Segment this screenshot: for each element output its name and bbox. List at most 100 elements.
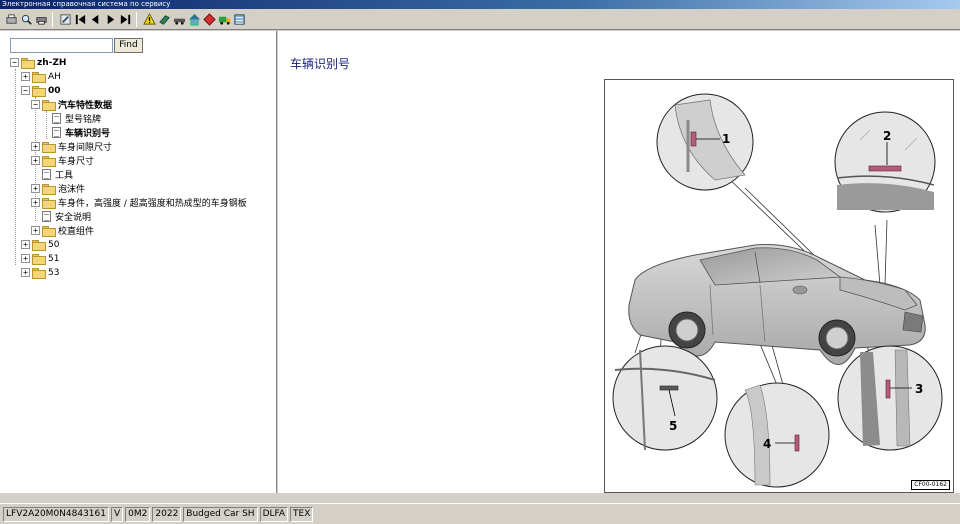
status-bar: LFV2A20M0N4843161 V 0M2 2022 Budged Car … <box>0 503 960 524</box>
toolbar-separator <box>52 11 53 27</box>
find-button[interactable]: Find <box>114 38 143 53</box>
tree-node-body-gaps[interactable]: + 车身间隙尺寸 <box>31 140 112 153</box>
figure-code: CF00-0162 <box>911 480 950 490</box>
tree-node-50[interactable]: + 50 <box>21 238 59 251</box>
red-diamond-icon[interactable] <box>202 12 216 26</box>
status-engine: DLFA <box>259 506 289 522</box>
tree-node-label: 50 <box>48 239 60 250</box>
tree-node-type-plate[interactable]: 型号铭牌 <box>52 112 101 125</box>
detail-circle-1: 1 <box>656 93 754 191</box>
expand-icon[interactable]: + <box>21 268 30 277</box>
tree-node-vehicle-data[interactable]: − 汽车特性数据 <box>31 98 112 111</box>
tree-node-label: 53 <box>48 267 60 278</box>
folder-icon <box>42 226 56 237</box>
expand-icon[interactable]: + <box>21 240 30 249</box>
toolbar-separator <box>136 11 137 27</box>
expand-icon[interactable]: + <box>31 198 40 207</box>
expand-icon[interactable]: + <box>31 156 40 165</box>
document-icon <box>52 127 61 138</box>
tree-node-label: 车身件，高强度 / 超高强度和热成型的车身钢板 <box>58 199 247 209</box>
tree-node-label: 型号铭牌 <box>65 115 102 125</box>
tree-node-straightening[interactable]: + 校直组件 <box>31 224 94 237</box>
folder-icon <box>42 184 56 195</box>
folder-icon <box>42 156 56 167</box>
collapse-icon[interactable]: − <box>10 58 19 67</box>
status-year: 2022 <box>152 506 182 522</box>
document-icon <box>42 169 51 180</box>
next-icon[interactable] <box>103 12 117 26</box>
search-input[interactable] <box>10 38 113 53</box>
folder-open-icon <box>21 58 35 69</box>
expand-icon[interactable]: + <box>31 184 40 193</box>
folder-open-icon <box>42 100 56 111</box>
detail-circle-3: 3 <box>837 345 943 451</box>
detail-circle-5: 5 <box>612 345 718 451</box>
toolbar <box>0 9 960 30</box>
expand-icon[interactable]: + <box>21 72 30 81</box>
house-icon[interactable] <box>187 12 201 26</box>
tree-node-label: 车辆识别号 <box>65 129 111 139</box>
car-link-icon[interactable] <box>172 12 186 26</box>
folder-icon <box>42 198 56 209</box>
tree-node-label: 安全说明 <box>55 213 92 223</box>
first-icon[interactable] <box>73 12 87 26</box>
print-icon[interactable] <box>4 12 18 26</box>
callout-5: 5 <box>669 419 677 433</box>
window-title: Электронная справочная система по сервис… <box>0 0 960 9</box>
folder-icon <box>32 268 46 279</box>
tree-node-vin[interactable]: 车辆识别号 <box>52 126 110 139</box>
content-pane: 车辆识别号 1 2 3 4 5 CF00-0162 <box>278 31 960 493</box>
tree-node-body-dimensions[interactable]: + 车身尺寸 <box>31 154 94 167</box>
tree-node-label: 校直组件 <box>58 227 95 237</box>
tree-node-ah[interactable]: + AH <box>21 70 61 83</box>
tree-node-label: 泡沫件 <box>58 185 86 195</box>
tree-node-53[interactable]: + 53 <box>21 266 59 279</box>
collapse-icon[interactable]: − <box>21 86 30 95</box>
previous-icon[interactable] <box>88 12 102 26</box>
list-icon[interactable] <box>232 12 246 26</box>
folder-icon <box>42 142 56 153</box>
tree-node-tools[interactable]: 工具 <box>42 168 73 181</box>
find-icon[interactable] <box>19 12 33 26</box>
navigation-pane: Find − zh-ZH + AH − 00 − 汽车特性数据 型号铭牌 车辆识… <box>0 31 277 493</box>
status-name: Budged Car SH <box>183 506 258 522</box>
document-icon <box>52 113 61 124</box>
expand-icon[interactable]: + <box>21 254 30 263</box>
warning-icon[interactable] <box>142 12 156 26</box>
printer-icon[interactable] <box>34 12 48 26</box>
callout-3: 3 <box>915 382 923 396</box>
folder-icon <box>32 240 46 251</box>
tree-node-label: AH <box>48 71 61 82</box>
folder-icon <box>32 254 46 265</box>
status-tex: TEX <box>290 506 314 522</box>
tree-node-label: 工具 <box>55 171 74 181</box>
tree-node-foam-parts[interactable]: + 泡沫件 <box>31 182 85 195</box>
status-model: 0M2 <box>125 506 151 522</box>
tree-node-root[interactable]: − zh-ZH <box>10 56 66 69</box>
tree-node-label: 车身尺寸 <box>58 157 95 167</box>
expand-icon[interactable]: + <box>31 226 40 235</box>
settings-icon[interactable] <box>58 12 72 26</box>
tree-node-label: 51 <box>48 253 60 264</box>
green-arrow-icon[interactable] <box>157 12 171 26</box>
vin-location-figure: 1 2 3 4 5 CF00-0162 <box>604 79 954 493</box>
truck-icon[interactable] <box>217 12 231 26</box>
callout-1: 1 <box>722 132 730 146</box>
document-icon <box>42 211 51 222</box>
expand-icon[interactable]: + <box>31 142 40 151</box>
car-illustration: 1 2 3 4 5 <box>612 93 943 488</box>
tree-node-label: 车身间隙尺寸 <box>58 143 113 153</box>
collapse-icon[interactable]: − <box>31 100 40 109</box>
tree-node-label: zh-ZH <box>37 57 67 68</box>
tree-node-label: 汽车特性数据 <box>58 101 113 111</box>
folder-icon <box>32 72 46 83</box>
callout-4: 4 <box>763 437 771 451</box>
status-vin: LFV2A20M0N4843161 <box>3 506 109 522</box>
last-icon[interactable] <box>118 12 132 26</box>
tree-guide <box>46 111 47 139</box>
tree-node-label: 00 <box>48 85 61 96</box>
tree-node-00[interactable]: − 00 <box>21 84 61 97</box>
tree-node-body-panels[interactable]: + 车身件，高强度 / 超高强度和热成型的车身钢板 <box>31 196 247 209</box>
tree-node-51[interactable]: + 51 <box>21 252 59 265</box>
tree-node-safety[interactable]: 安全说明 <box>42 210 91 223</box>
